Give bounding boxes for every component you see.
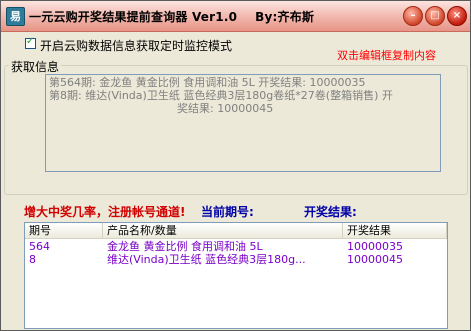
- close-button[interactable]: ×: [447, 6, 467, 26]
- draw-result-label: 开奖结果:: [304, 205, 357, 219]
- results-table[interactable]: 期号 产品名称/数量 开奖结果 564 金龙鱼 黄金比例 食用调和油 5L 10…: [24, 222, 448, 329]
- title-author: By:齐布斯: [255, 10, 315, 24]
- cell-issue: 8: [29, 253, 36, 266]
- table-row[interactable]: 564 金龙鱼 黄金比例 食用调和油 5L 10000035: [25, 240, 447, 253]
- monitor-mode-label[interactable]: 开启云购数据信息获取定时监控模式: [40, 37, 232, 54]
- cell-product: 维达(Vinda)卫生纸 蓝色经典3层180g...: [107, 253, 306, 266]
- fetch-info-line: 第8期: 维达(Vinda)卫生纸 蓝色经典3层180g卷纸*27卷(整箱销售)…: [49, 89, 393, 102]
- fetch-info-line: 奖结果: 10000045: [177, 102, 274, 115]
- column-header-product[interactable]: 产品名称/数量: [103, 223, 343, 238]
- cell-result: 10000045: [347, 253, 403, 266]
- column-header-issue[interactable]: 期号: [25, 223, 103, 238]
- title-bar[interactable]: 易 一元云购开奖结果提前查询器 Ver1.0 By:齐布斯 – □ ×: [1, 1, 470, 32]
- cell-product: 金龙鱼 黄金比例 食用调和油 5L: [107, 240, 263, 253]
- register-link[interactable]: 增大中奖几率，注册帐号通道!: [24, 203, 185, 220]
- app-window: 易 一元云购开奖结果提前查询器 Ver1.0 By:齐布斯 – □ × 开启云购数…: [0, 0, 471, 331]
- close-icon: ×: [452, 10, 462, 21]
- minimize-button[interactable]: –: [403, 6, 423, 26]
- monitor-mode-checkbox[interactable]: [25, 36, 36, 49]
- app-icon: 易: [6, 7, 25, 26]
- copy-hint: 双击编辑框复制内容: [337, 49, 436, 62]
- title-text: 一元云购开奖结果提前查询器 Ver1.0: [29, 10, 238, 24]
- window-title: 一元云购开奖结果提前查询器 Ver1.0 By:齐布斯: [29, 8, 314, 25]
- maximize-button[interactable]: □: [425, 6, 445, 26]
- minimize-icon: –: [410, 10, 416, 21]
- cell-result: 10000035: [347, 240, 403, 253]
- column-header-result[interactable]: 开奖结果: [343, 223, 447, 238]
- fetch-info-group-title: 获取信息: [9, 58, 62, 75]
- table-header: 期号 产品名称/数量 开奖结果: [25, 223, 447, 239]
- cell-issue: 564: [29, 240, 50, 253]
- fetch-info-textbox[interactable]: 第564期: 金龙鱼 黄金比例 食用调和油 5L 开奖结果: 10000035 …: [45, 74, 441, 172]
- fetch-info-line: 第564期: 金龙鱼 黄金比例 食用调和油 5L 开奖结果: 10000035: [49, 76, 366, 89]
- table-row[interactable]: 8 维达(Vinda)卫生纸 蓝色经典3层180g... 10000045: [25, 253, 447, 266]
- maximize-icon: □: [430, 10, 440, 21]
- current-issue-label: 当前期号:: [201, 205, 254, 219]
